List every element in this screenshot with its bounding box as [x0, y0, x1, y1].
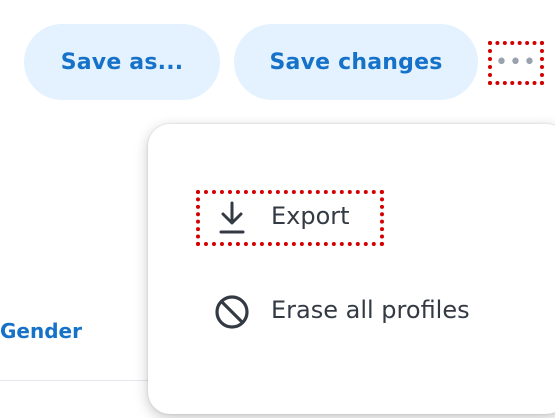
export-highlight-box — [196, 190, 384, 246]
more-icon: ••• — [495, 50, 537, 75]
column-header-gender[interactable]: Gender — [0, 319, 82, 343]
save-as-button[interactable]: Save as... — [24, 24, 220, 100]
save-changes-label: Save changes — [269, 49, 443, 75]
block-icon — [215, 295, 249, 329]
more-options-button[interactable]: ••• — [488, 41, 544, 85]
menu-item-erase-all-profiles[interactable]: Erase all profiles — [148, 280, 555, 344]
save-as-label: Save as... — [60, 49, 184, 75]
divider — [0, 380, 150, 381]
page: Save as... Save changes ••• Gender Expor… — [0, 0, 555, 418]
save-changes-button[interactable]: Save changes — [234, 24, 478, 100]
menu-item-erase-label: Erase all profiles — [271, 296, 470, 324]
dropdown-menu — [148, 124, 555, 414]
